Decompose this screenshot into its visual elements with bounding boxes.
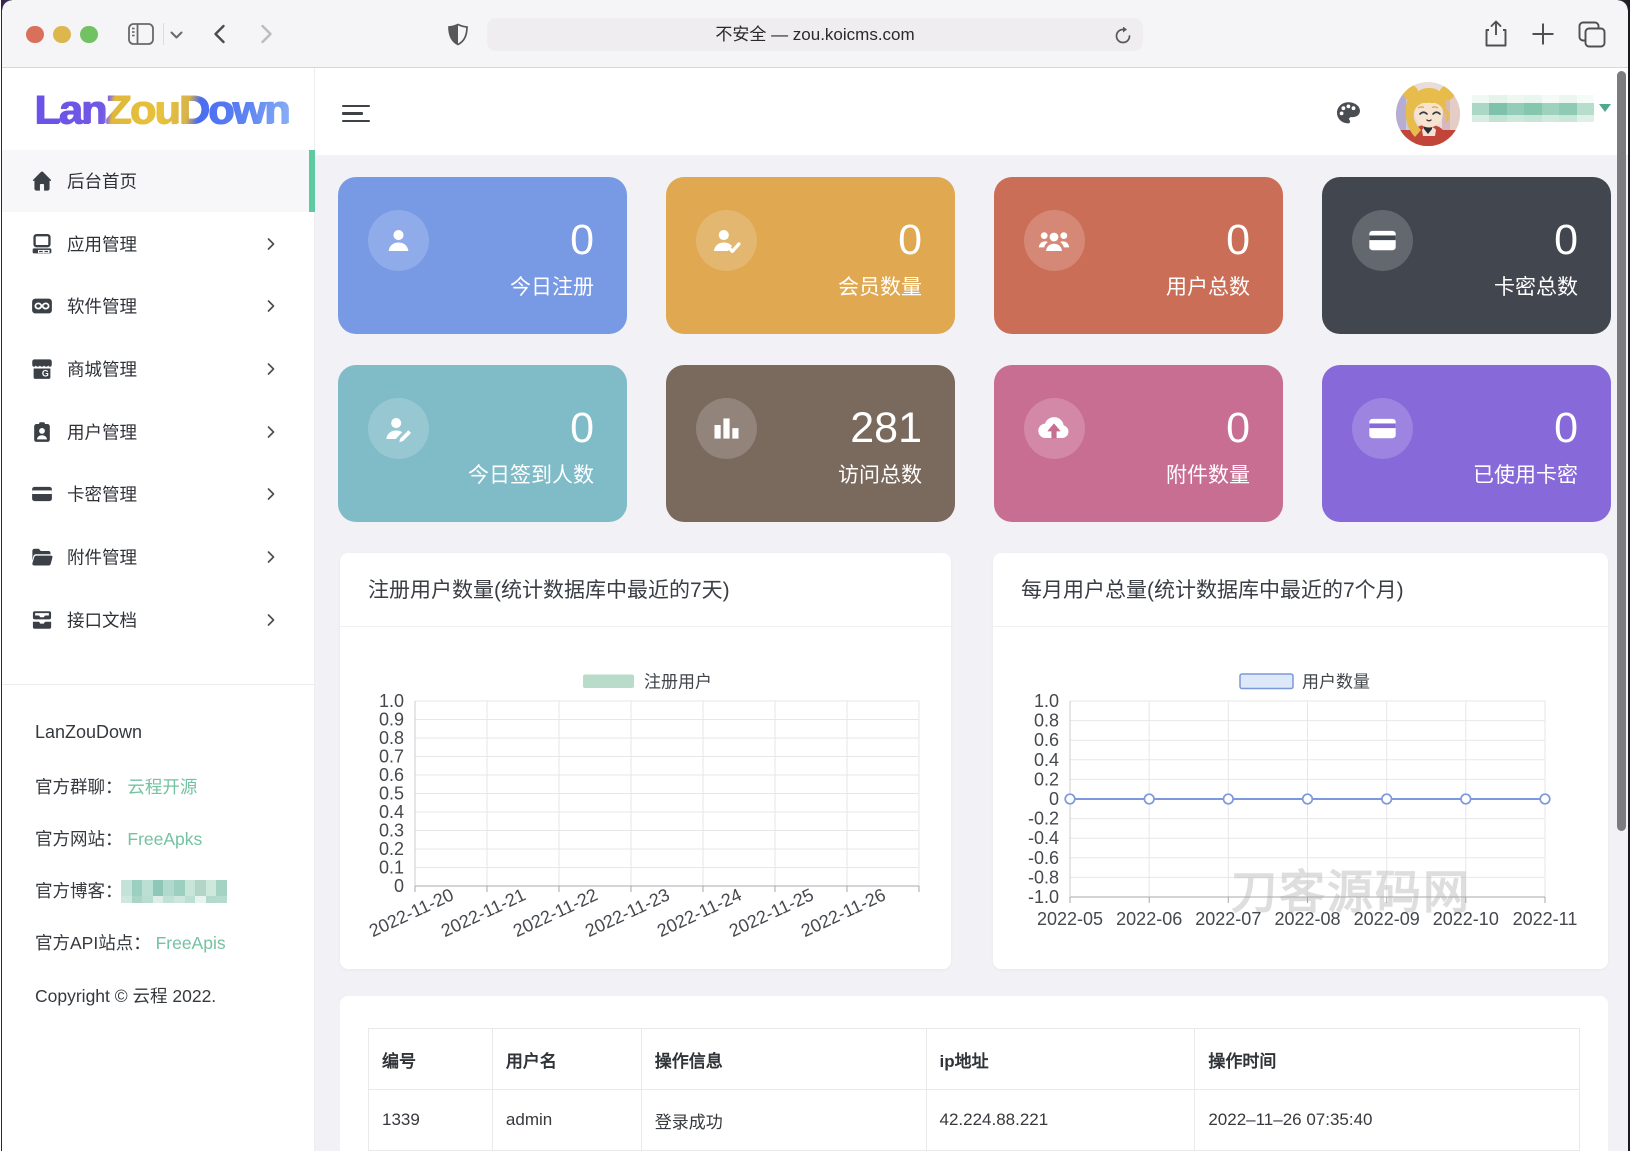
svg-text:0.1: 0.1	[379, 858, 404, 878]
svg-text:0.6: 0.6	[1034, 730, 1059, 750]
svg-text:用户数量: 用户数量	[1302, 673, 1370, 692]
svg-text:0.7: 0.7	[379, 747, 404, 767]
svg-text:-0.2: -0.2	[1028, 809, 1059, 829]
svg-text:-1.0: -1.0	[1028, 887, 1059, 907]
svg-text:1.0: 1.0	[379, 691, 404, 711]
svg-text:2022-08: 2022-08	[1274, 909, 1340, 929]
svg-text:-0.8: -0.8	[1028, 867, 1059, 887]
svg-text:2022-09: 2022-09	[1354, 909, 1420, 929]
svg-text:2022-05: 2022-05	[1037, 909, 1103, 929]
svg-text:0.2: 0.2	[379, 839, 404, 859]
svg-text:2022-11: 2022-11	[1513, 909, 1578, 929]
svg-text:-0.6: -0.6	[1028, 848, 1059, 868]
svg-text:-0.4: -0.4	[1028, 828, 1059, 848]
svg-text:0.5: 0.5	[379, 784, 404, 804]
svg-text:0.8: 0.8	[379, 728, 404, 748]
svg-text:0: 0	[394, 876, 404, 896]
svg-text:1.0: 1.0	[1034, 691, 1059, 711]
svg-text:0.2: 0.2	[1034, 769, 1059, 789]
svg-text:2022-10: 2022-10	[1433, 909, 1499, 929]
svg-text:0.3: 0.3	[379, 821, 404, 841]
svg-text:0.6: 0.6	[379, 765, 404, 785]
svg-text:0: 0	[1049, 789, 1059, 809]
svg-text:0.4: 0.4	[1034, 750, 1059, 770]
svg-text:0.9: 0.9	[379, 710, 404, 730]
svg-text:0.8: 0.8	[1034, 711, 1059, 731]
svg-text:G: G	[42, 369, 49, 379]
svg-text:注册用户: 注册用户	[644, 673, 712, 692]
svg-text:2022-07: 2022-07	[1195, 909, 1261, 929]
svg-text:0.4: 0.4	[379, 802, 404, 822]
svg-text:2022-06: 2022-06	[1116, 909, 1182, 929]
